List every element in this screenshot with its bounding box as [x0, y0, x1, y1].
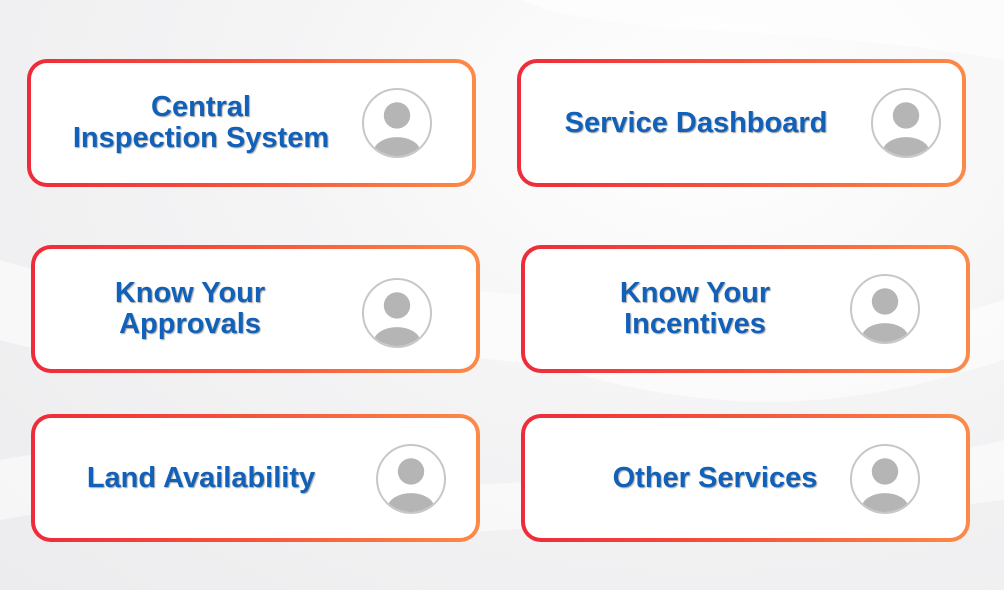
card-body: Know Your Approvals — [35, 249, 476, 369]
land-availability-button[interactable]: Land Availability — [31, 414, 480, 542]
user-avatar-icon — [362, 88, 432, 158]
card-label: Central Inspection System — [72, 91, 330, 154]
card-label: Know Your Approvals — [114, 277, 266, 340]
card-label: Land Availability — [86, 461, 316, 494]
card-body: Central Inspection System — [31, 63, 472, 183]
card-body: Know Your Incentives — [525, 249, 966, 369]
service-dashboard-button[interactable]: Service Dashboard — [517, 59, 966, 187]
card-label: Know Your Incentives — [619, 277, 771, 340]
central-inspection-system-button[interactable]: Central Inspection System — [27, 59, 476, 187]
know-your-incentives-button[interactable]: Know Your Incentives — [521, 245, 970, 373]
other-services-button[interactable]: Other Services — [521, 414, 970, 542]
user-avatar-icon — [871, 88, 941, 158]
user-avatar-icon — [850, 444, 920, 514]
know-your-approvals-button[interactable]: Know Your Approvals — [31, 245, 480, 373]
user-avatar-icon — [362, 278, 432, 348]
card-body: Other Services — [525, 418, 966, 538]
card-label: Other Services — [612, 461, 818, 494]
card-label: Service Dashboard — [564, 106, 828, 139]
user-avatar-icon — [850, 274, 920, 344]
user-avatar-icon — [376, 444, 446, 514]
card-body: Service Dashboard — [521, 63, 962, 183]
card-body: Land Availability — [35, 418, 476, 538]
